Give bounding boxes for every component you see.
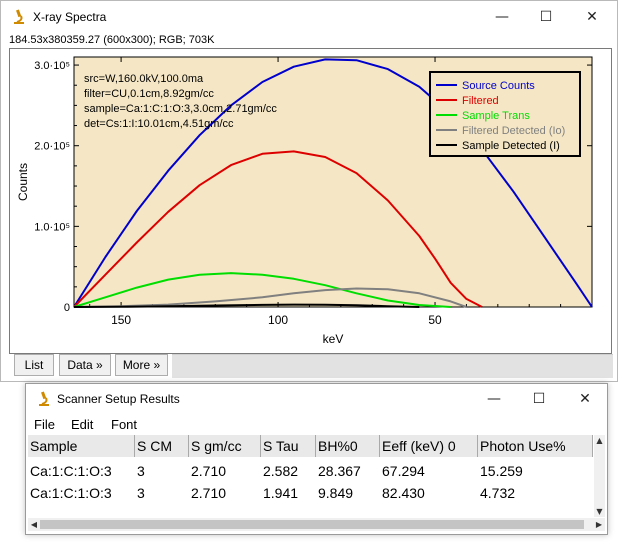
spectra-chart: 0 1.0·10⁵ 2.0·10⁵ 3.0·10⁵ 150 100 50 keV Counts s… <box>16 56 593 346</box>
title-bar[interactable]: Scanner Setup Results — ☐ ✕ <box>26 384 607 414</box>
y-tick-label: 3.0·10⁵ <box>34 60 70 72</box>
y-tick-label: 0 <box>64 302 70 314</box>
data-button[interactable]: Data » <box>59 354 111 376</box>
annotation-text: filter=CU,0.1cm,8.92gm/cc <box>84 88 214 100</box>
close-button[interactable]: ✕ <box>562 384 608 414</box>
menu-edit[interactable]: Edit <box>71 417 93 432</box>
legend-label: Sample Detected (I) <box>462 140 560 152</box>
microscope-icon <box>11 9 27 25</box>
column-header[interactable]: Photon Use% <box>478 435 593 457</box>
minimize-button[interactable]: — <box>471 384 517 414</box>
cell-photon-use: 15.259 <box>480 463 523 479</box>
x-axis-label: keV <box>323 332 344 346</box>
y-tick-label: 1.0·10⁵ <box>34 221 70 233</box>
maximize-button[interactable]: ☐ <box>523 1 569 33</box>
column-header[interactable]: Sample <box>28 435 135 457</box>
column-header[interactable]: S gm/cc <box>189 435 261 457</box>
image-info: 184.53x380359.27 (600x300); RGB; 703K <box>9 34 215 46</box>
vertical-scrollbar[interactable]: ▲ ▼ <box>594 435 605 517</box>
maximize-button[interactable]: ☐ <box>516 384 562 414</box>
legend-label: Sample Trans <box>462 110 530 122</box>
cell-bh: 28.367 <box>318 463 361 479</box>
horizontal-scrollbar[interactable]: ◀ ▶ <box>28 518 605 531</box>
table-row[interactable]: Ca:1:C:1:O:3 3 2.710 2.582 28.367 67.294… <box>28 460 593 482</box>
cell-bh: 9.849 <box>318 485 354 501</box>
cell-s-gmcc: 2.710 <box>191 485 227 501</box>
annotation-text: src=W,160.0kV,100.0ma <box>84 73 204 85</box>
results-table: Sample S CM S gm/cc S Tau BH%0 Eeff (keV… <box>28 435 605 517</box>
x-tick-label: 150 <box>111 313 131 327</box>
x-tick-label: 100 <box>268 313 288 327</box>
legend-label: Filtered Detected (Io) <box>462 125 565 137</box>
minimize-button[interactable]: — <box>479 1 525 33</box>
cell-s-cm: 3 <box>137 485 145 501</box>
close-button[interactable]: ✕ <box>569 1 615 33</box>
cell-s-gmcc: 2.710 <box>191 463 227 479</box>
menu-bar: File Edit Font <box>26 415 607 435</box>
cell-eeff: 67.294 <box>382 463 425 479</box>
y-axis-label: Counts <box>16 163 30 201</box>
x-tick-label: 50 <box>428 313 442 327</box>
column-header[interactable]: BH%0 <box>316 435 380 457</box>
cell-sample: Ca:1:C:1:O:3 <box>30 485 112 501</box>
annotation-text: det=Cs:1:I:10.01cm,4.51gm/cc <box>84 118 234 130</box>
cell-s-tau: 1.941 <box>263 485 299 501</box>
legend-label: Filtered <box>462 95 499 107</box>
table-header: Sample S CM S gm/cc S Tau BH%0 Eeff (keV… <box>28 435 593 457</box>
list-button[interactable]: List <box>14 354 54 376</box>
column-header[interactable]: S CM <box>135 435 189 457</box>
scroll-left-icon[interactable]: ◀ <box>28 518 40 531</box>
annotation-text: sample=Ca:1:C:1:O:3,3.0cm,2.71gm/cc <box>84 103 277 115</box>
menu-font[interactable]: Font <box>111 417 137 432</box>
menu-file[interactable]: File <box>34 417 55 432</box>
cell-photon-use: 4.732 <box>480 485 516 501</box>
column-header[interactable]: Eeff (keV) 0 <box>380 435 478 457</box>
y-tick-label: 2.0·10⁵ <box>34 141 70 153</box>
scanner-results-window: Scanner Setup Results — ☐ ✕ File Edit Fo… <box>25 383 608 535</box>
scroll-down-icon[interactable]: ▼ <box>594 506 605 517</box>
title-bar[interactable]: X-ray Spectra — ☐ ✕ <box>1 1 617 33</box>
plot-area[interactable]: 0 1.0·10⁵ 2.0·10⁵ 3.0·10⁵ 150 100 50 keV Counts s… <box>9 48 612 354</box>
more-button[interactable]: More » <box>115 354 168 376</box>
cell-sample: Ca:1:C:1:O:3 <box>30 463 112 479</box>
cell-s-tau: 2.582 <box>263 463 299 479</box>
cell-s-cm: 3 <box>137 463 145 479</box>
cell-eeff: 82.430 <box>382 485 425 501</box>
xray-spectra-window: X-ray Spectra — ☐ ✕ 184.53x380359.27 (60… <box>0 0 618 382</box>
window-title: X-ray Spectra <box>33 10 107 24</box>
table-row[interactable]: Ca:1:C:1:O:3 3 2.710 1.941 9.849 82.430 … <box>28 482 593 504</box>
scroll-up-icon[interactable]: ▲ <box>594 435 605 446</box>
column-header[interactable]: S Tau <box>261 435 316 457</box>
scroll-right-icon[interactable]: ▶ <box>593 518 605 531</box>
microscope-icon <box>36 391 52 407</box>
window-title: Scanner Setup Results <box>57 392 180 406</box>
button-row-filler <box>172 354 613 378</box>
legend-label: Source Counts <box>462 80 535 92</box>
scroll-thumb[interactable] <box>40 520 584 529</box>
